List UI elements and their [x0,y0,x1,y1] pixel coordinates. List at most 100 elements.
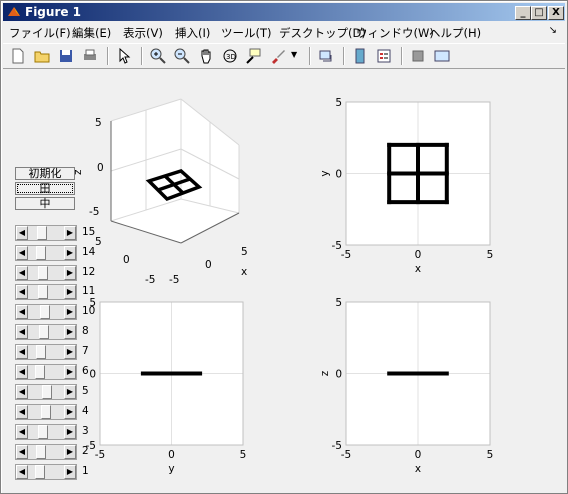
slider-left-arrow-icon[interactable]: ◀ [16,305,28,319]
slider-left-arrow-icon[interactable]: ◀ [16,445,28,459]
slider-thumb[interactable] [35,246,46,260]
maximize-button[interactable]: □ [531,6,547,20]
axes-xy: -5 0 5 -5 0 5 x y [306,92,510,280]
x-tick-label: 0 [168,449,175,461]
x-tick-5: 5 [241,246,248,258]
menu-view[interactable]: 表示(V) [123,25,163,41]
x-axis-label: y [168,463,174,475]
data-cursor-icon[interactable] [245,47,263,65]
slider-left-arrow-icon[interactable]: ◀ [16,465,28,479]
y-tick-m5: -5 [145,274,155,283]
show-plot-tools-icon[interactable] [433,47,451,65]
axes-xz: -5 0 5 -5 0 5 x z [306,292,510,480]
x-tick-label: 0 [415,449,422,461]
menu-edit[interactable]: 編集(E) [72,25,111,41]
y-axis-label: z [319,370,331,376]
x-axis-label-3d: x [241,266,248,278]
zoom-out-icon[interactable] [173,47,191,65]
print-icon[interactable] [81,47,99,65]
y-tick-5: 5 [95,236,102,248]
slider-thumb[interactable] [37,285,48,299]
rotate-3d-icon[interactable]: 3D [221,47,239,65]
z-tick-top: 5 [95,117,102,129]
x-axis-label: x [415,263,421,275]
link-plot-icon[interactable] [317,47,335,65]
slider-left-arrow-icon[interactable]: ◀ [16,246,28,260]
close-button[interactable]: X [548,6,564,20]
legend-icon[interactable] [375,47,393,65]
z-axis-label: z [72,169,84,175]
toolbar: 3D ▼ [3,43,565,69]
z-tick-bot: -5 [89,206,99,218]
slider-left-arrow-icon[interactable]: ◀ [16,345,28,359]
slider-thumb[interactable] [39,305,50,319]
y-axis-label: y [319,170,331,176]
brush-icon[interactable] [269,47,287,65]
y-tick-label: 5 [335,297,342,309]
slider-thumb[interactable] [42,385,53,399]
matlab-logo-icon [8,7,20,16]
brush-dropdown-icon[interactable]: ▼ [291,50,297,59]
slider-left-arrow-icon[interactable]: ◀ [16,285,28,299]
slider-thumb[interactable] [38,325,49,339]
slider-left-arrow-icon[interactable]: ◀ [16,365,28,379]
slider-left-arrow-icon[interactable]: ◀ [16,325,28,339]
menu-file[interactable]: ファイル(F) [9,25,71,41]
y-tick-label: 0 [89,369,96,381]
x-tick-label: 5 [487,249,494,261]
x-tick-label: -5 [95,449,105,461]
slider-thumb[interactable] [41,405,51,419]
slider-left-arrow-icon[interactable]: ◀ [16,385,28,399]
slider-thumb[interactable] [34,365,45,379]
y-tick-label: -5 [332,440,342,452]
x-axis-label: x [415,463,421,475]
slider-thumb[interactable] [35,465,46,479]
slider-thumb[interactable] [35,345,46,359]
x-tick-label: 5 [240,449,247,461]
x-tick-label: -5 [341,449,351,461]
x-tick-label: -5 [341,249,351,261]
pointer-icon[interactable] [115,47,133,65]
y-tick-label: -5 [86,440,96,452]
menu-insert[interactable]: 挿入(I) [175,25,210,41]
open-folder-icon[interactable] [33,47,51,65]
save-icon[interactable] [57,47,75,65]
menu-tools[interactable]: ツール(T) [221,25,272,41]
y-tick-label: 5 [335,97,342,109]
menu-window[interactable]: ウィンドウ(W) [356,25,434,41]
new-file-icon[interactable] [9,47,27,65]
slider-left-arrow-icon[interactable]: ◀ [16,425,28,439]
z-tick-mid: 0 [97,162,104,174]
slider-thumb[interactable] [38,425,49,439]
x-tick-0: 0 [205,259,212,271]
window-title: Figure 1 [25,5,82,19]
minimize-button[interactable]: _ [515,6,531,20]
x-tick-label: 0 [415,249,422,261]
hide-plot-tools-icon[interactable] [409,47,427,65]
slider-thumb[interactable] [35,445,46,459]
slider-left-arrow-icon[interactable]: ◀ [16,266,28,280]
slider-left-arrow-icon[interactable]: ◀ [16,226,28,240]
figure-window: Figure 1 _ □ X ファイル(F) 編集(E) 表示(V) 挿入(I)… [0,0,568,494]
menu-desktop[interactable]: デスクトップ(D) [279,25,366,41]
y-tick-0: 0 [123,254,130,266]
y-tick-label: 0 [335,369,342,381]
slider-thumb[interactable] [37,226,48,240]
menu-help[interactable]: ヘルプ(H) [429,25,481,41]
zoom-in-icon[interactable] [149,47,167,65]
figure-canvas: 初期化 田 中 ◀ ▶ 15 ◀ ▶ 14 ◀ ▶ 12 ◀ ▶ 11 ◀ ▶ 10 ◀ ▶ 8 ◀ ▶ 7 ◀ ▶ 6 ◀ ▶ 5… [3,69,565,491]
y-tick-label: -5 [332,240,342,252]
pan-hand-icon[interactable] [197,47,215,65]
slider-left-arrow-icon[interactable]: ◀ [16,405,28,419]
x-tick-label: 5 [487,449,494,461]
axes-3d: 5 0 -5 z 5 0 -5 -5 0 5 [72,98,248,283]
colorbar-icon[interactable] [351,47,369,65]
title-bar[interactable]: Figure 1 _ □ X [3,3,565,21]
axes-yz: -5 0 5 -5 0 5 y [60,292,263,480]
y-tick-label: 0 [335,169,342,181]
slider-thumb[interactable] [38,266,49,280]
dock-arrow-icon[interactable]: ↘ [549,25,557,36]
x-tick-m5: -5 [169,274,179,283]
menu-bar: ファイル(F) 編集(E) 表示(V) 挿入(I) ツール(T) デスクトップ(… [3,22,565,42]
svg-text:3D: 3D [226,53,236,61]
